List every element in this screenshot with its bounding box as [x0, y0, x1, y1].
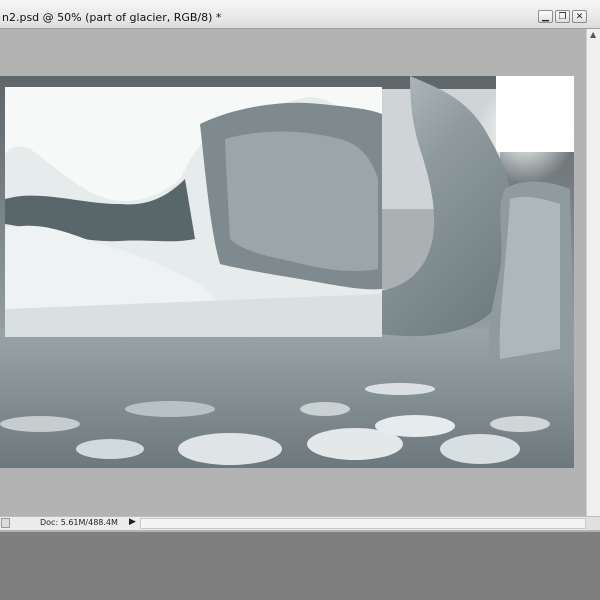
doc-size-info: Doc: 5.61M/488.4M [40, 518, 118, 527]
app-workspace-background [0, 532, 600, 600]
minimize-button[interactable]: ▁ [538, 10, 553, 23]
restore-button[interactable]: ❐ [555, 10, 570, 23]
document-title: n2.psd @ 50% (part of glacier, RGB/8) * [2, 11, 222, 24]
pasted-glacier-layer [5, 87, 382, 337]
close-button[interactable]: ✕ [572, 10, 587, 23]
vertical-scrollbar[interactable]: ▲ [586, 29, 600, 516]
scroll-up-icon[interactable]: ▲ [590, 30, 596, 39]
status-bar: Doc: 5.61M/488.4M ▶ [0, 516, 600, 530]
canvas-workspace[interactable] [0, 29, 586, 516]
status-menu-arrow-icon[interactable]: ▶ [129, 517, 137, 529]
minimize-icon: ▁ [542, 12, 549, 22]
restore-icon: ❐ [558, 12, 567, 22]
document-titlebar[interactable]: n2.psd @ 50% (part of glacier, RGB/8) * … [0, 0, 600, 29]
close-icon: ✕ [575, 12, 584, 22]
scrollbar-corner [586, 517, 600, 530]
glacier-image[interactable] [0, 29, 586, 516]
horizontal-scrollbar[interactable] [140, 518, 586, 529]
zoom-field[interactable] [1, 518, 10, 528]
document-window: n2.psd @ 50% (part of glacier, RGB/8) * … [0, 0, 600, 532]
